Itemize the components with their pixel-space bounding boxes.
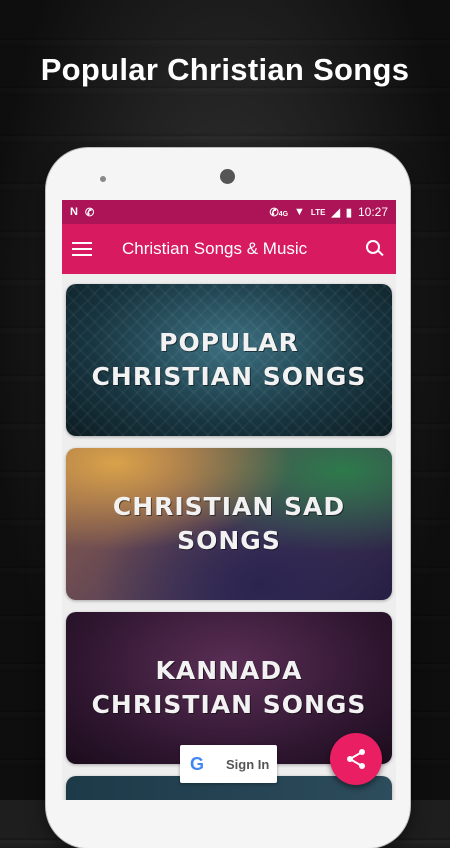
phone-camera <box>220 169 235 184</box>
status-bar: N ✆ ✆4G ▼ LTE ◢ ▮ 10:27 <box>62 200 396 224</box>
n-notification-icon: N <box>70 206 78 218</box>
sign-in-label: Sign In <box>226 756 270 772</box>
category-list: POPULAR CHRISTIAN SONGS CHRISTIAN SAD SO… <box>62 274 396 800</box>
google-sign-in-button[interactable]: G Sign In <box>180 745 277 783</box>
share-icon <box>347 749 365 769</box>
app-title: Christian Songs & Music <box>122 239 308 258</box>
card-label: POPULAR CHRISTIAN SONGS <box>91 328 367 391</box>
phone-call-icon: ✆ <box>84 206 95 219</box>
card-label: CHRISTIAN SAD SONGS <box>112 492 346 555</box>
battery-icon: ▮ <box>345 206 352 219</box>
search-icon[interactable] <box>364 238 386 260</box>
wifi-icon: ▼ <box>294 206 305 218</box>
call-signal-icon: ✆4G <box>269 206 289 219</box>
hamburger-menu-icon[interactable] <box>72 242 92 256</box>
app-bar: Christian Songs & Music <box>62 224 396 274</box>
category-card-sad[interactable]: CHRISTIAN SAD SONGS <box>66 448 392 600</box>
promo-headline: Popular Christian Songs <box>40 52 410 87</box>
phone-screen: N ✆ ✆4G ▼ LTE ◢ ▮ 10:27 Christian Songs … <box>62 200 396 800</box>
cell-signal-icon: ◢ <box>331 206 340 219</box>
status-time: 10:27 <box>357 205 388 219</box>
google-g-icon: G <box>190 753 205 774</box>
lte-label: LTE <box>310 207 326 217</box>
share-fab[interactable] <box>330 733 382 785</box>
phone-sensor-dot <box>100 176 106 182</box>
category-card-popular[interactable]: POPULAR CHRISTIAN SONGS <box>66 284 392 436</box>
card-label: KANNADA CHRISTIAN SONGS <box>91 656 367 719</box>
